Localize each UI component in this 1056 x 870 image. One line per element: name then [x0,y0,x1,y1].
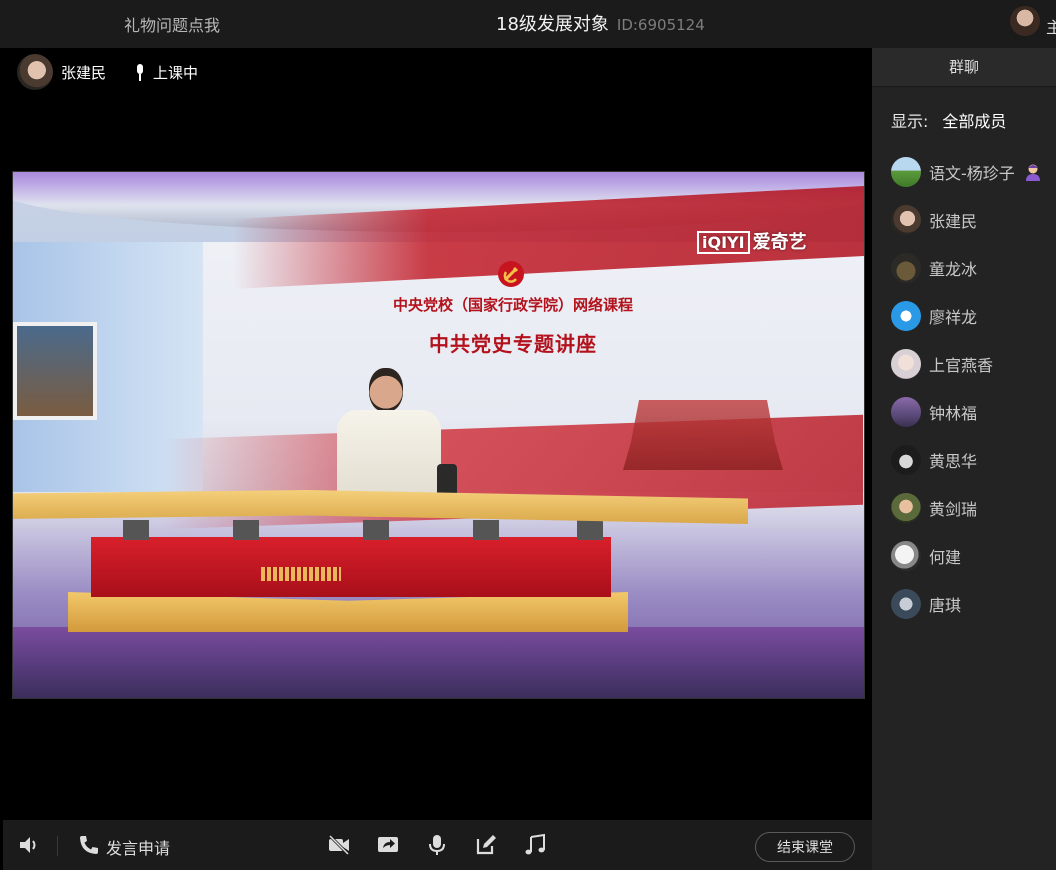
desk-support [233,520,259,540]
video-caption-line1: 中央党校（国家行政学院）网络课程 [392,296,633,314]
member-avatar [891,205,921,235]
member-name: 童龙冰 [929,260,978,279]
member-name: 钟林福 [929,404,978,423]
member-name: 语文-杨珍子 [929,164,1015,183]
red-boat-image [623,400,783,470]
desk-supports [123,520,603,540]
screen-share-icon[interactable] [376,833,400,857]
desk-support [473,520,499,540]
desk-support [577,520,603,540]
class-status-text: 上课中 [153,64,199,82]
member-list: 语文-杨珍子 张建民 童龙冰 廖祥龙 上官燕香 钟林福 黄思华 黄剑瑞 何建 唐… [891,148,1056,628]
tab-group-chat[interactable]: 群聊 [872,48,1056,87]
lecturer-body [337,410,441,500]
desk-red-base [91,537,611,597]
member-name: 上官燕香 [929,356,994,375]
lecture-video[interactable]: 中央党校（国家行政学院）网络课程 中共党史专题讲座 iQIYI 爱奇艺 [12,171,865,699]
speak-request-button[interactable]: 发言申请 [106,835,170,859]
desk-plaque [261,567,341,581]
member-item[interactable]: 何建 [891,532,1056,580]
room-id: ID:6905124 [616,16,705,34]
studio-side-picture [13,322,97,420]
controls-divider [57,836,58,856]
member-avatar [891,589,921,619]
video-caption-line2: 中共党史专题讲座 [429,332,597,356]
member-avatar [891,445,921,475]
member-item[interactable]: 唐琪 [891,580,1056,628]
member-item[interactable]: 黄思华 [891,436,1056,484]
member-avatar [891,349,921,379]
desk-support [363,520,389,540]
member-avatar [891,397,921,427]
member-name: 黄剑瑞 [929,500,978,519]
top-bar: 礼物问题点我 18级发展对象 ID:6905124 主 [0,0,1056,48]
lecturer-head [369,368,403,412]
desk-gold-base [68,592,628,632]
music-icon[interactable] [523,833,547,857]
member-name: 何建 [929,548,962,567]
member-name: 张建民 [929,212,978,231]
user-avatar[interactable] [1010,6,1040,36]
microphone-icon [137,63,143,81]
video-stage: 张建民 上课中 中央党校（国家行政学院）网络课程 中共党史专题讲座 iQIYI 爱… [3,48,872,820]
end-class-button[interactable]: 结束课堂 [755,832,855,862]
volume-icon[interactable] [17,833,41,857]
whiteboard-edit-icon[interactable] [474,833,498,857]
microphone-toggle-icon[interactable] [425,833,449,857]
filter-value[interactable]: 全部成员 [942,108,1006,132]
iqiyi-logo-text: 爱奇艺 [752,232,807,253]
teacher-badge-icon [1025,164,1040,181]
room-title: 18级发展对象 [496,14,609,35]
member-avatar [891,493,921,523]
member-name: 黄思华 [929,452,978,471]
member-item[interactable]: 语文-杨珍子 [891,148,1056,196]
host-avatar [17,54,53,90]
host-name: 张建民 [61,63,107,82]
room-title-group: 18级发展对象 ID:6905124 [496,10,705,36]
member-avatar [891,253,921,283]
member-name: 廖祥龙 [929,308,978,327]
gift-help-link[interactable]: 礼物问题点我 [124,12,220,36]
user-name-truncated[interactable]: 主 [1046,14,1056,38]
class-status: 上课中 [133,62,198,83]
member-avatar [891,541,921,571]
member-item[interactable]: 童龙冰 [891,244,1056,292]
studio-floor [13,627,864,698]
member-filter[interactable]: 显示: 全部成员 [891,108,1006,132]
camera-off-icon[interactable] [327,833,351,857]
member-item[interactable]: 廖祥龙 [891,292,1056,340]
member-item[interactable]: 钟林福 [891,388,1056,436]
member-avatar [891,301,921,331]
chat-sidebar: 群聊 显示: 全部成员 语文-杨珍子 张建民 童龙冰 廖祥龙 上官燕香 钟林福 … [872,48,1056,870]
desk-support [123,520,149,540]
member-avatar [891,157,921,187]
host-info: 张建民 [17,54,106,90]
filter-label: 显示: [891,112,929,131]
member-item[interactable]: 上官燕香 [891,340,1056,388]
phone-icon[interactable] [77,833,101,857]
iqiyi-logo: iQIYI 爱奇艺 [697,228,807,254]
iqiyi-logo-box: iQIYI [697,231,750,254]
member-item[interactable]: 黄剑瑞 [891,484,1056,532]
bottom-controls: 发言申请 结束课堂 [3,820,872,870]
member-item[interactable]: 张建民 [891,196,1056,244]
member-name: 唐琪 [929,596,962,615]
party-emblem-icon [498,261,524,287]
